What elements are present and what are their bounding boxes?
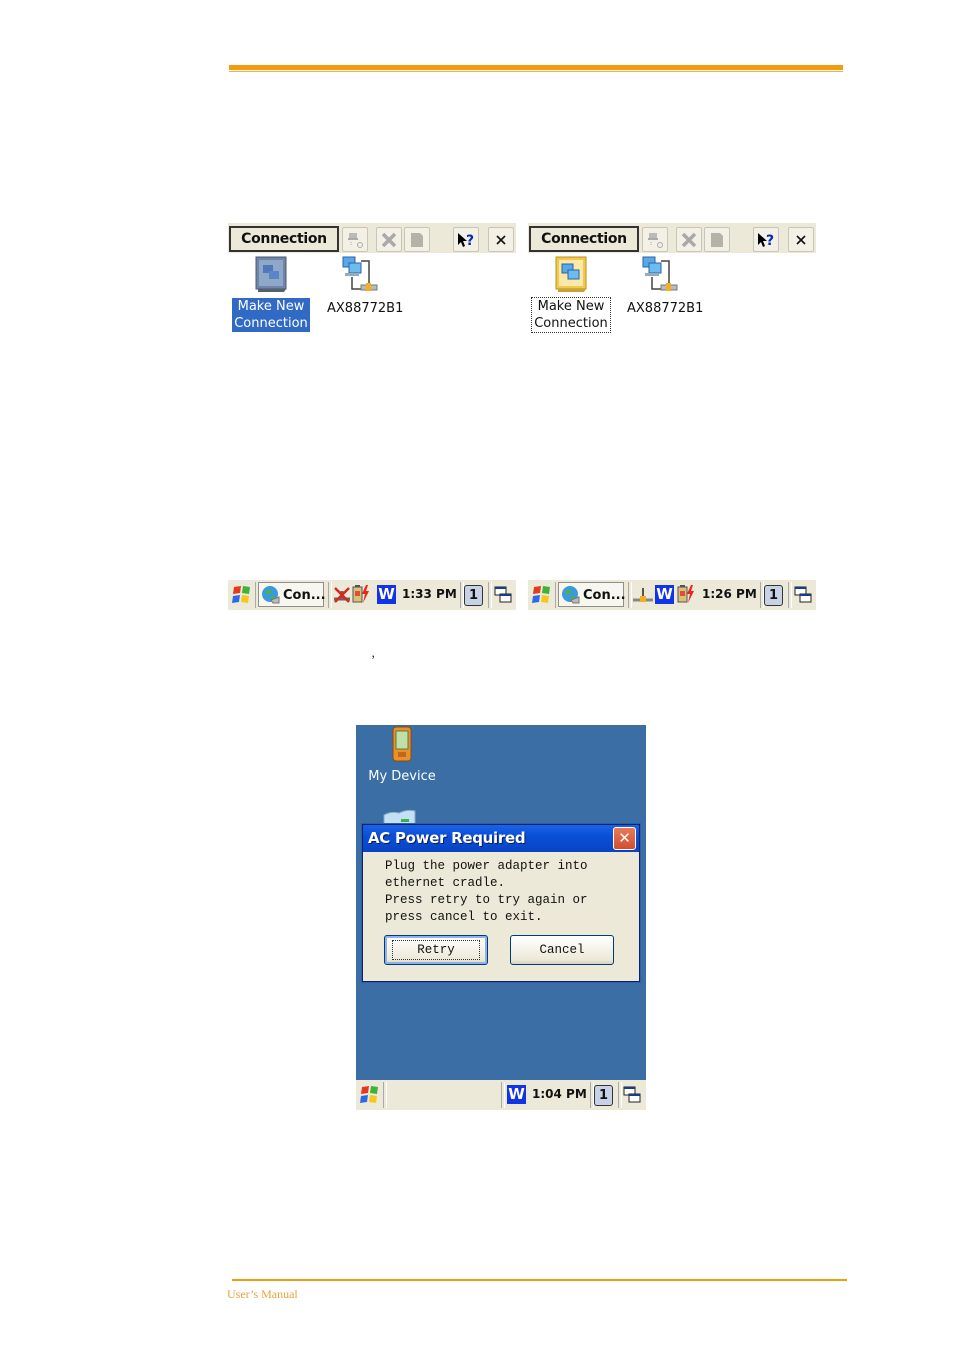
blank-page-icon	[411, 232, 423, 247]
make-new-connection-label: Make New Connection	[231, 297, 311, 333]
dial-up-properties-button[interactable]	[342, 227, 368, 252]
connection-menu[interactable]: Connection	[229, 226, 339, 252]
close-button[interactable]	[488, 227, 514, 252]
separator	[383, 1082, 387, 1108]
header-rule	[229, 65, 843, 70]
dial-up-properties-icon	[348, 232, 363, 248]
footer-rule	[232, 1279, 847, 1281]
footer-text: User’s Manual	[227, 1287, 298, 1301]
ax88772b1-label: AX88772B1	[327, 301, 404, 316]
help-button[interactable]: ?	[753, 227, 779, 252]
stray-mark: ’	[371, 652, 376, 667]
clock[interactable]: 1:04 PM	[532, 1087, 587, 1101]
task-label: Con...	[583, 588, 626, 603]
switch-windows-icon[interactable]	[622, 1085, 642, 1105]
separator	[788, 582, 792, 608]
properties-button[interactable]	[704, 227, 730, 252]
input-panel-button[interactable]: 1	[594, 1085, 613, 1106]
dialog-title: AC Power Required	[368, 829, 526, 847]
connection-menu[interactable]: Connection	[529, 226, 639, 252]
connection-window-selected: Connection ? Make New Connection AX88772…	[228, 223, 516, 338]
battery-charging-icon[interactable]	[350, 584, 370, 604]
toolbar: Connection ?	[228, 223, 516, 253]
delete-button[interactable]	[676, 227, 702, 252]
make-new-connection-item[interactable]: Make New Connection	[528, 255, 614, 333]
help-icon: ?	[758, 232, 774, 249]
battery-charging-icon[interactable]	[675, 584, 695, 604]
delete-icon	[681, 232, 697, 247]
my-device-label: My Device	[368, 769, 436, 784]
switch-windows-icon[interactable]	[793, 585, 813, 605]
clock[interactable]: 1:26 PM	[702, 587, 757, 601]
wifi-w-icon[interactable]: W	[377, 585, 396, 604]
make-new-connection-label: Make New Connection	[531, 297, 611, 333]
device-screen: My Device AC Power Required ✕ Plug the p…	[356, 725, 646, 1110]
wifi-w-icon[interactable]: W	[507, 1085, 526, 1104]
close-icon	[796, 234, 806, 245]
ax88772b1-label: AX88772B1	[627, 301, 704, 316]
dialog-message: Plug the power adapter into ethernet cra…	[385, 859, 588, 924]
connection-window-focused: Connection ? Make New Connection AX88772…	[528, 223, 816, 338]
make-new-connection-icon	[555, 256, 587, 292]
separator	[501, 1082, 505, 1108]
dialog-title-bar[interactable]: AC Power Required ✕	[363, 825, 639, 852]
start-button[interactable]	[359, 1084, 381, 1106]
input-panel-button[interactable]: 1	[764, 585, 783, 606]
cancel-button[interactable]: Cancel	[510, 935, 614, 965]
taskbar-disconnected: Con... W 1:33 PM 1	[228, 580, 516, 610]
ax88772b1-connection-item[interactable]: AX88772B1	[321, 255, 404, 317]
close-icon	[496, 234, 506, 245]
header-rule-thin	[229, 71, 843, 72]
toolbar: Connection ?	[528, 223, 816, 253]
network-connection-icon	[342, 256, 378, 291]
desktop-icon-my-device[interactable]: My Device	[362, 725, 442, 784]
network-disconnected-icon[interactable]	[332, 585, 352, 605]
taskbar-connected: Con... W 1:26 PM 1	[528, 580, 816, 610]
input-panel-button[interactable]: 1	[464, 585, 483, 606]
task-button-connections[interactable]: Con...	[258, 582, 326, 607]
ac-power-required-dialog: AC Power Required ✕ Plug the power adapt…	[362, 824, 640, 982]
network-connected-icon[interactable]	[632, 585, 654, 605]
close-button[interactable]	[788, 227, 814, 252]
svg-text:?: ?	[466, 233, 474, 249]
properties-button[interactable]	[404, 227, 430, 252]
network-connection-icon	[642, 256, 678, 291]
my-device-icon	[392, 726, 412, 762]
make-new-connection-icon	[255, 256, 287, 292]
separator	[488, 582, 492, 608]
retry-button[interactable]: Retry	[384, 935, 488, 965]
dial-up-properties-icon	[648, 232, 663, 248]
svg-text:?: ?	[766, 233, 774, 249]
task-button-connections[interactable]: Con...	[558, 582, 626, 607]
task-label: Con...	[283, 588, 326, 603]
delete-button[interactable]	[376, 227, 402, 252]
start-button[interactable]	[231, 584, 253, 606]
globe-icon	[262, 586, 280, 604]
close-icon: ✕	[618, 829, 631, 847]
dial-up-properties-button[interactable]	[642, 227, 668, 252]
make-new-connection-item[interactable]: Make New Connection	[228, 255, 314, 333]
switch-windows-icon[interactable]	[493, 585, 513, 605]
ax88772b1-connection-item[interactable]: AX88772B1	[621, 255, 704, 317]
globe-icon	[562, 586, 580, 604]
clock[interactable]: 1:33 PM	[402, 587, 457, 601]
device-taskbar: W 1:04 PM 1	[356, 1080, 646, 1110]
dialog-close-button[interactable]: ✕	[613, 827, 636, 850]
help-icon: ?	[458, 232, 474, 249]
blank-page-icon	[711, 232, 723, 247]
delete-icon	[381, 232, 397, 247]
help-button[interactable]: ?	[453, 227, 479, 252]
wifi-w-icon[interactable]: W	[655, 585, 674, 604]
start-button[interactable]	[531, 584, 553, 606]
